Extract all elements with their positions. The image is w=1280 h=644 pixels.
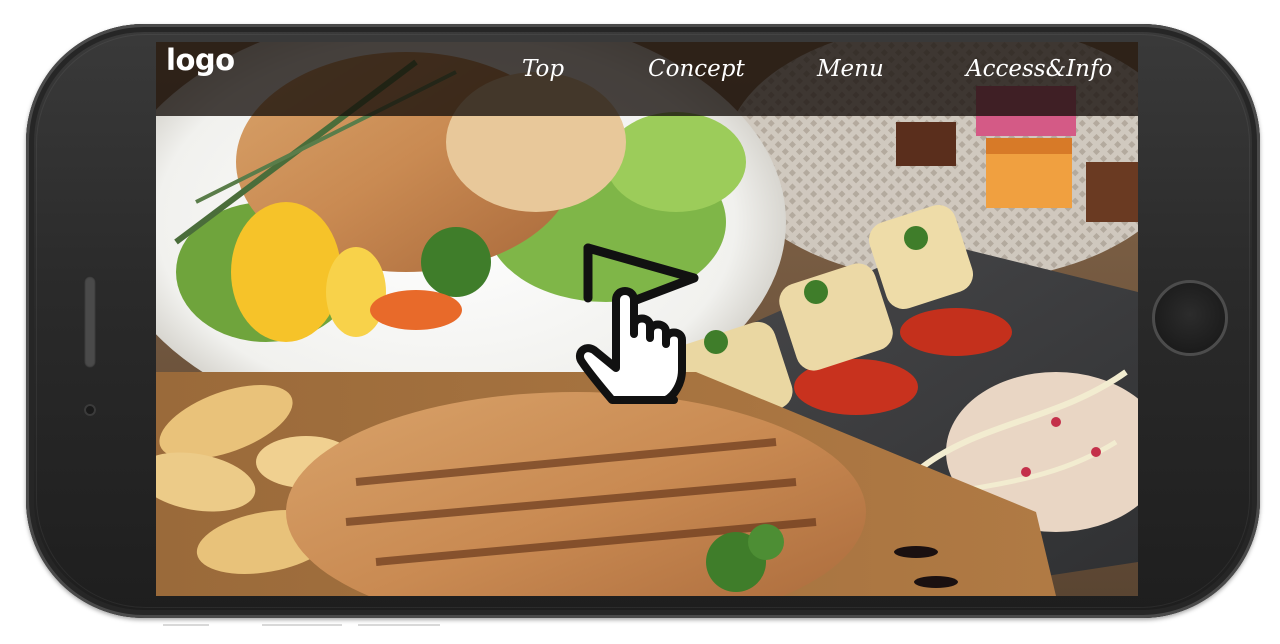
tap-swipe-icon xyxy=(575,243,699,404)
home-button[interactable] xyxy=(1152,280,1228,356)
divider-mark xyxy=(358,624,440,626)
site-logo[interactable]: logo xyxy=(166,42,235,78)
site-navbar: logo Top Concept Menu Access&Info xyxy=(156,42,1138,116)
divider-mark xyxy=(262,624,342,626)
divider-mark xyxy=(163,624,209,626)
mockup-stage: logo Top Concept Menu Access&Info xyxy=(0,0,1280,644)
nav-link-access-info[interactable]: Access&Info xyxy=(966,54,1112,84)
nav-link-menu[interactable]: Menu xyxy=(817,54,884,84)
phone-screen: logo Top Concept Menu Access&Info xyxy=(156,42,1138,596)
nav-link-top[interactable]: Top xyxy=(522,54,564,84)
speaker-grille xyxy=(84,276,96,368)
front-camera xyxy=(84,404,96,416)
nav-link-concept[interactable]: Concept xyxy=(648,54,745,84)
